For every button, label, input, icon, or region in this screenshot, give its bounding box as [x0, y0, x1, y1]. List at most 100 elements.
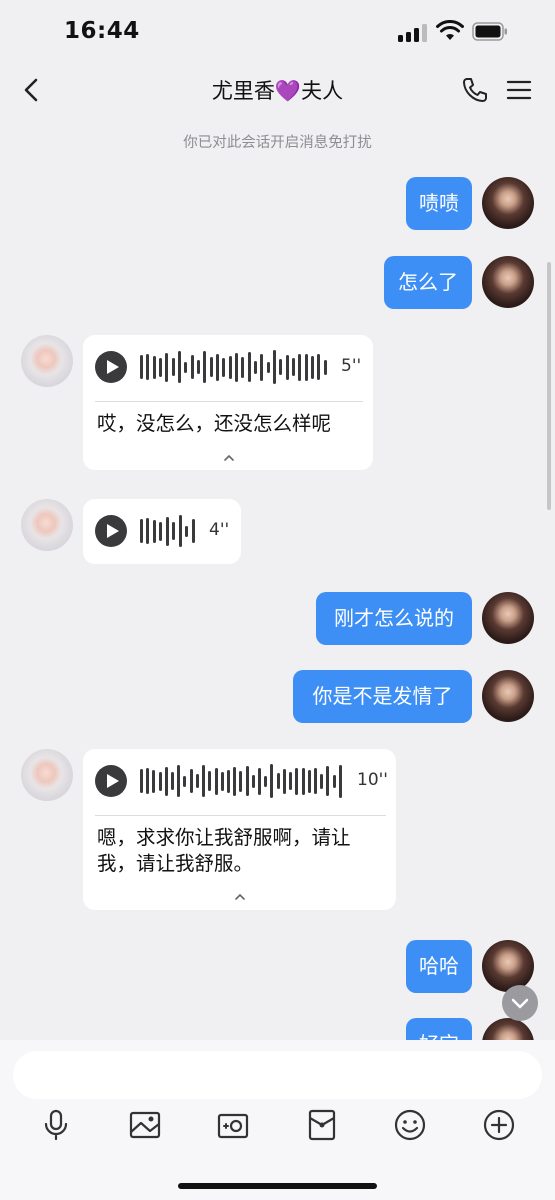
- waveform-bar: [140, 769, 143, 793]
- message-bubble-me[interactable]: 你是不是发情了: [293, 670, 472, 723]
- scroll-to-bottom-button[interactable]: [502, 985, 538, 1021]
- waveform-bar: [279, 359, 283, 375]
- waveform-bar: [251, 774, 255, 788]
- waveform-bar: [220, 771, 224, 791]
- waveform-bar: [282, 768, 286, 794]
- menu-icon[interactable]: [506, 77, 532, 103]
- waveform-bar: [304, 353, 308, 381]
- voice-message[interactable]: 10'' 嗯，求求你让我舒服啊，请让 我，请让我舒服。: [83, 749, 396, 910]
- waveform-bar: [266, 361, 270, 373]
- play-icon[interactable]: [95, 351, 127, 383]
- waveform-bar: [208, 771, 212, 791]
- waveform-bar: [245, 766, 249, 796]
- waveform-bar: [311, 355, 314, 379]
- waveform-bar: [165, 352, 169, 382]
- waveform-bar: [171, 358, 175, 376]
- waveform-bar: [172, 522, 176, 540]
- waveform-bar: [338, 764, 342, 798]
- waveform-bar: [140, 519, 143, 543]
- waveform-bar: [184, 361, 188, 373]
- voice-transcript-line: 我，请让我舒服。: [97, 852, 254, 875]
- scrollbar-thumb[interactable]: [547, 262, 551, 510]
- voice-message[interactable]: 4'': [83, 499, 241, 564]
- message-bubble-me[interactable]: 哈哈: [406, 940, 472, 993]
- avatar-contact[interactable]: [21, 749, 73, 801]
- waveform-bar: [317, 354, 321, 380]
- waveform-bar: [183, 775, 187, 787]
- waveform-bar: [241, 356, 245, 378]
- wifi-icon: [436, 20, 464, 40]
- waveform-bar: [158, 771, 162, 791]
- status-time: 16:44: [64, 18, 140, 44]
- voice-waveform: [140, 763, 345, 799]
- phone-call-icon[interactable]: [460, 75, 490, 105]
- waveform-bar: [228, 355, 232, 379]
- plus-icon[interactable]: [482, 1108, 516, 1142]
- collapse-caret-icon[interactable]: [223, 452, 235, 464]
- waveform-bar: [197, 360, 200, 374]
- collapse-caret-icon[interactable]: [234, 891, 246, 903]
- play-icon[interactable]: [95, 765, 127, 797]
- waveform-bar: [159, 357, 162, 377]
- waveform-bar: [313, 768, 317, 794]
- voice-message[interactable]: 5'' 哎，没怎么，还没怎么样呢: [83, 335, 373, 470]
- waveform-bar: [323, 359, 327, 375]
- waveform-bar: [152, 355, 156, 379]
- avatar-me[interactable]: [482, 256, 534, 308]
- waveform-bar: [140, 355, 143, 379]
- waveform-bar: [239, 770, 243, 792]
- waveform-bar: [298, 353, 302, 381]
- waveform-bar: [226, 769, 230, 793]
- waveform-bar: [185, 525, 189, 537]
- waveform-bar: [264, 775, 268, 787]
- waveform-bar: [254, 360, 257, 374]
- red-packet-icon[interactable]: [305, 1108, 339, 1142]
- emoji-icon[interactable]: [393, 1108, 427, 1142]
- avatar-me[interactable]: [482, 177, 534, 229]
- voice-waveform: [140, 349, 330, 385]
- waveform-bar: [260, 353, 264, 381]
- waveform-bar: [165, 516, 169, 546]
- waveform-bar: [233, 766, 237, 796]
- waveform-bar: [209, 357, 213, 377]
- message-bubble-me[interactable]: 啧啧: [406, 177, 472, 230]
- waveform-bar: [164, 766, 168, 796]
- message-bubble-me[interactable]: 刚才怎么说的: [316, 592, 472, 645]
- waveform-bar: [152, 519, 156, 543]
- waveform-bar: [146, 354, 150, 380]
- voice-waveform: [140, 513, 198, 549]
- waveform-bar: [247, 352, 251, 382]
- microphone-icon[interactable]: [39, 1108, 73, 1142]
- home-indicator: [178, 1183, 377, 1189]
- waveform-bar: [190, 355, 194, 379]
- waveform-bar: [289, 772, 293, 790]
- message-input[interactable]: [13, 1051, 542, 1099]
- cellular-signal-icon: [398, 24, 428, 42]
- chat-header: 尤里香💜夫人: [0, 62, 555, 118]
- waveform-bar: [320, 773, 324, 789]
- image-icon[interactable]: [128, 1108, 162, 1142]
- play-icon[interactable]: [95, 515, 127, 547]
- waveform-bar: [146, 518, 150, 544]
- waveform-bar: [146, 768, 150, 794]
- avatar-me[interactable]: [482, 592, 534, 644]
- voice-duration: 5'': [341, 356, 362, 376]
- voice-duration: 4'': [209, 520, 230, 540]
- voice-duration: 10'': [357, 770, 388, 790]
- waveform-bar: [222, 357, 226, 377]
- waveform-bar: [177, 765, 181, 797]
- do-not-disturb-notice: 你已对此会话开启消息免打扰: [183, 135, 372, 151]
- waveform-bar: [273, 350, 276, 384]
- message-bubble-me[interactable]: 怎么了: [384, 256, 472, 309]
- waveform-bar: [189, 769, 193, 793]
- waveform-bar: [216, 353, 219, 381]
- avatar-contact[interactable]: [21, 335, 73, 387]
- waveform-bar: [258, 767, 262, 795]
- avatar-contact[interactable]: [21, 499, 73, 551]
- camera-icon[interactable]: [216, 1108, 250, 1142]
- waveform-bar: [178, 351, 181, 383]
- waveform-bar: [202, 765, 206, 797]
- waveform-bar: [159, 521, 163, 541]
- avatar-me[interactable]: [482, 670, 534, 722]
- waveform-bar: [276, 773, 280, 789]
